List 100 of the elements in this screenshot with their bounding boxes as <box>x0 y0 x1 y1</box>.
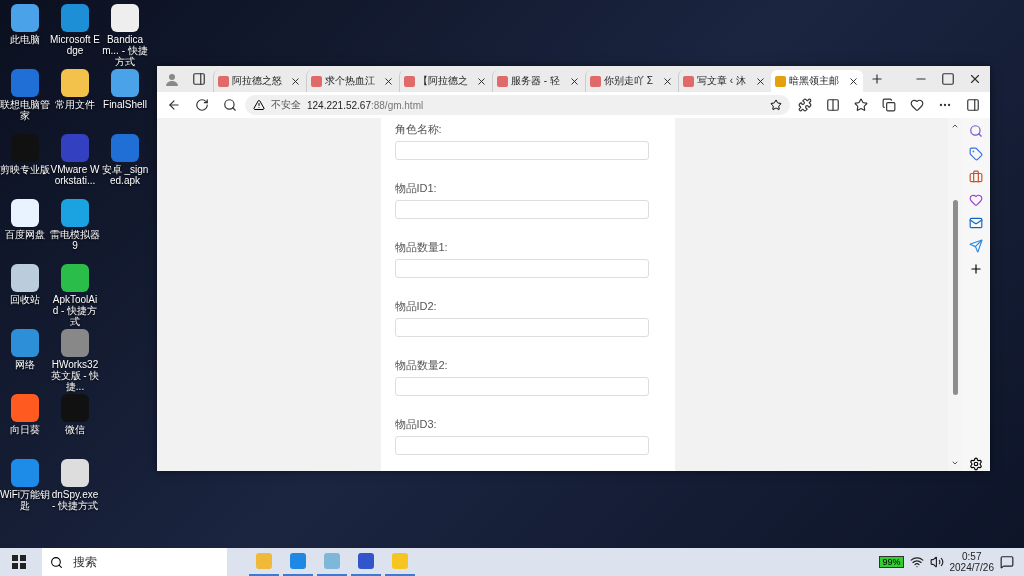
mail-icon[interactable] <box>969 216 983 230</box>
desktop-icon-label[interactable]: 安卓 _signed.apk <box>100 164 150 186</box>
columns-icon[interactable] <box>826 98 840 112</box>
desktop-icon-label[interactable]: WiFi万能钥匙 <box>0 489 50 511</box>
desktop-icon-label[interactable]: 常用文件 <box>50 99 100 110</box>
app-icon[interactable] <box>11 199 39 227</box>
close-icon[interactable] <box>476 75 487 87</box>
back-arrow-icon[interactable] <box>167 98 181 112</box>
tab-title: 写文章 ‹ 沐 <box>697 74 747 88</box>
search-icon <box>50 555 63 569</box>
copy-icon[interactable] <box>882 98 896 112</box>
tab-title: 【阿拉德之 <box>418 74 469 88</box>
url-host: 124.221.52.67 <box>307 99 371 111</box>
plus-icon[interactable] <box>870 72 884 86</box>
desktop-icon-label[interactable]: 微信 <box>50 424 100 435</box>
volume-icon[interactable] <box>929 555 944 569</box>
briefcase-icon[interactable] <box>969 170 983 184</box>
favicon-icon <box>404 75 415 87</box>
tab-list-icon[interactable] <box>192 72 206 86</box>
favicon-icon <box>775 75 786 87</box>
desktop-icon-label[interactable]: 剪映专业版 <box>0 164 50 175</box>
desktop-icon-label[interactable]: 向日葵 <box>0 424 50 435</box>
heart-icon[interactable] <box>910 98 924 112</box>
address-bar[interactable]: 不安全 124.221.52.67:88/gm.html <box>245 95 790 115</box>
avatar-icon <box>165 72 179 86</box>
desktop-icon-label[interactable]: ApkToolAid - 快捷方式 <box>50 294 100 327</box>
star-icon[interactable] <box>854 98 868 112</box>
desktop-icon-label[interactable]: VMware Workstati... <box>50 164 100 186</box>
field-label: 物品数量2: <box>394 358 449 373</box>
refresh-icon[interactable] <box>195 98 209 112</box>
search-icon[interactable] <box>969 124 983 138</box>
desktop-icon-label[interactable]: 此电脑 <box>0 34 50 45</box>
app-icon[interactable] <box>61 264 89 292</box>
settings-icon[interactable] <box>969 457 983 471</box>
close-icon[interactable] <box>662 75 673 87</box>
desktop-icon-label[interactable]: Microsoft Edge <box>50 34 100 56</box>
close-icon[interactable] <box>569 75 580 87</box>
favicon-icon <box>218 75 229 87</box>
app-icon[interactable] <box>111 69 139 97</box>
favicon-icon <box>497 75 508 87</box>
app-icon[interactable] <box>61 69 89 97</box>
desktop-icon-label[interactable]: HWorks32英文版 - 快捷... <box>50 359 100 392</box>
input-field[interactable] <box>394 259 649 278</box>
field-label: 角色名称: <box>394 122 443 137</box>
send-icon[interactable] <box>969 239 983 253</box>
app-icon[interactable] <box>61 199 89 227</box>
field-label: 物品ID2: <box>394 299 438 314</box>
favicon-icon <box>683 75 694 87</box>
close-icon[interactable] <box>290 75 301 87</box>
close-icon[interactable] <box>383 75 394 87</box>
clock-date[interactable]: 2024/7/26 <box>949 562 994 573</box>
app-icon[interactable] <box>111 4 139 32</box>
app-icon[interactable] <box>61 459 89 487</box>
app-icon[interactable] <box>11 264 39 292</box>
field-label: 物品数量1: <box>394 240 449 255</box>
close-icon[interactable] <box>968 72 982 86</box>
star-icon[interactable] <box>770 99 782 111</box>
search-input[interactable]: 搜索 <box>71 554 215 570</box>
notification-icon[interactable] <box>1000 555 1014 569</box>
plus-icon[interactable] <box>969 262 983 276</box>
security-label: 不安全 <box>271 98 301 112</box>
maximize-icon[interactable] <box>941 72 955 86</box>
taskbar-search-field[interactable]: 搜索 <box>42 548 227 576</box>
desktop-icon-label[interactable]: 联想电脑管家 <box>0 99 50 121</box>
tab-title: 服务器 - 轻 <box>511 74 561 88</box>
tab-title: 阿拉德之怒 <box>232 74 283 88</box>
favicon-icon <box>590 75 601 87</box>
desktop-icon-label[interactable]: dnSpy.exe - 快捷方式 <box>50 489 100 511</box>
tab-title: 暗黑领主邮 <box>789 74 840 88</box>
favicon-icon <box>311 75 322 87</box>
panel-icon[interactable] <box>966 98 980 112</box>
clock-time[interactable]: 0:57 <box>962 551 982 562</box>
close-icon[interactable] <box>848 75 859 87</box>
desktop-icon-label[interactable]: 百度网盘 <box>0 229 50 240</box>
browser-tab[interactable]: 暗黑领主邮 <box>771 70 863 92</box>
input-field[interactable] <box>394 436 649 455</box>
desktop-icon-label[interactable]: 雷电模拟器9 <box>50 229 100 251</box>
input-field[interactable] <box>394 141 649 160</box>
field-label: 物品ID1: <box>394 181 438 196</box>
desktop-icon-label[interactable]: 网络 <box>0 359 50 370</box>
scroll-up-icon[interactable] <box>951 122 959 130</box>
app-icon[interactable] <box>11 4 39 32</box>
scroll-down-icon[interactable] <box>951 459 959 467</box>
input-field[interactable] <box>394 200 649 219</box>
input-field[interactable] <box>394 377 649 396</box>
tag-icon[interactable] <box>969 147 983 161</box>
url-path: :88/gm.html <box>370 99 424 111</box>
input-field[interactable] <box>394 318 649 337</box>
wifi-icon[interactable] <box>909 555 924 569</box>
tab-title: 你别走吖 Σ <box>604 74 654 88</box>
close-icon[interactable] <box>755 75 766 87</box>
scrollbar-thumb[interactable] <box>952 200 958 395</box>
desktop-icon-label[interactable]: 回收站 <box>0 294 50 305</box>
puzzle-icon[interactable] <box>798 98 812 112</box>
windows-start-icon[interactable] <box>12 555 26 569</box>
desktop-icon-label[interactable]: Bandicam... - 快捷方式 <box>100 34 150 67</box>
desktop-icon-label[interactable]: FinalShell <box>100 99 150 110</box>
tab-title: 求个热血江 <box>325 74 376 88</box>
field-label: 物品ID3: <box>394 417 438 432</box>
search-icon[interactable] <box>223 98 237 112</box>
